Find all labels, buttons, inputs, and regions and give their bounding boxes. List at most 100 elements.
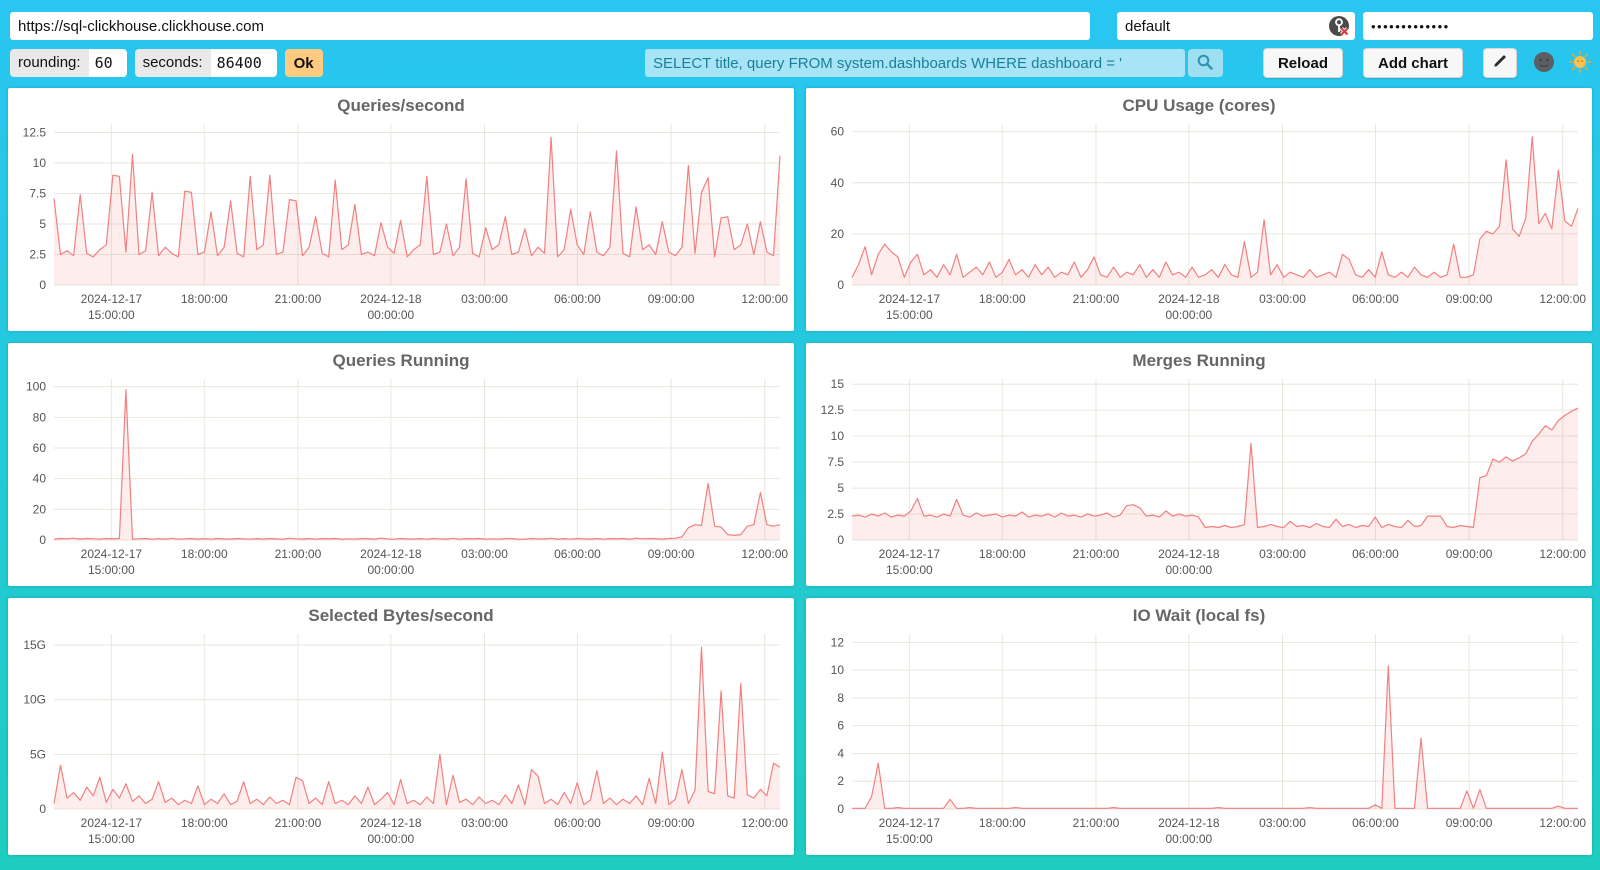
y-tick-label: 2.5	[827, 507, 844, 521]
y-tick-label: 0	[39, 533, 46, 547]
x-tick-label: 2024-12-17	[81, 547, 143, 561]
x-tick-label: 09:00:00	[1446, 547, 1493, 561]
seconds-input[interactable]	[211, 49, 277, 77]
y-tick-label: 12	[831, 635, 845, 649]
pencil-icon	[1492, 53, 1508, 73]
y-tick-label: 0	[837, 278, 844, 292]
x-tick-label: 18:00:00	[979, 547, 1026, 561]
x-tick-label: 03:00:00	[1259, 547, 1306, 561]
dark-theme-button[interactable]	[1531, 50, 1557, 76]
chart-panel: Selected Bytes/second 05G10G15G2024-12-1…	[8, 598, 794, 855]
y-tick-label: 5	[837, 481, 844, 495]
add-chart-button[interactable]: Add chart	[1363, 48, 1463, 78]
x-tick-label: 2024-12-17	[879, 816, 941, 830]
x-tick-label: 06:00:00	[554, 816, 601, 830]
x-tick-label: 21:00:00	[1073, 292, 1120, 306]
user-field-wrap	[1117, 12, 1355, 40]
y-tick-label: 2.5	[29, 248, 46, 262]
x-tick-label: 2024-12-17	[879, 547, 941, 561]
x-tick-label: 12:00:00	[1539, 816, 1586, 830]
x-tick-label: 2024-12-18	[1158, 816, 1220, 830]
edit-queries-button[interactable]	[1483, 48, 1517, 78]
y-tick-label: 40	[33, 472, 47, 486]
password-input[interactable]	[1363, 12, 1593, 40]
x-tick-label-line2: 00:00:00	[1166, 832, 1213, 846]
x-tick-label: 06:00:00	[1352, 292, 1399, 306]
x-tick-label: 21:00:00	[1073, 547, 1120, 561]
search-button[interactable]	[1188, 49, 1223, 77]
chart-title: Selected Bytes/second	[8, 606, 794, 626]
x-tick-label: 2024-12-17	[81, 292, 143, 306]
x-tick-label: 03:00:00	[461, 816, 508, 830]
x-tick-label: 2024-12-18	[360, 292, 422, 306]
chart-plot-area[interactable]: 0246810122024-12-1715:00:0018:00:0021:00…	[852, 634, 1578, 809]
x-tick-label: 2024-12-18	[360, 547, 422, 561]
y-tick-label: 10G	[23, 693, 46, 707]
x-tick-label: 09:00:00	[1446, 292, 1493, 306]
light-theme-button[interactable]	[1567, 50, 1593, 76]
x-tick-label-line2: 00:00:00	[1166, 308, 1213, 322]
chart-plot-area[interactable]: 05G10G15G2024-12-1715:00:0018:00:0021:00…	[54, 634, 780, 809]
chart-panel: Queries Running 0204060801002024-12-1715…	[8, 343, 794, 586]
x-tick-label: 21:00:00	[1073, 816, 1120, 830]
reload-button[interactable]: Reload	[1263, 48, 1343, 78]
x-tick-label: 09:00:00	[648, 547, 695, 561]
moon-icon	[1533, 51, 1555, 76]
y-tick-label: 10	[831, 429, 845, 443]
y-tick-label: 2	[837, 774, 844, 788]
chart-plot-area[interactable]: 0204060801002024-12-1715:00:0018:00:0021…	[54, 379, 780, 540]
y-tick-label: 7.5	[827, 455, 844, 469]
y-tick-label: 0	[837, 533, 844, 547]
magnifier-icon	[1196, 53, 1214, 74]
y-tick-label: 7.5	[29, 187, 46, 201]
chart-plot-area[interactable]: 02.557.51012.52024-12-1715:00:0018:00:00…	[54, 124, 780, 285]
y-tick-label: 4	[837, 746, 844, 760]
x-tick-label-line2: 15:00:00	[886, 563, 933, 577]
x-tick-label: 12:00:00	[741, 547, 788, 561]
chart-plot-area[interactable]: 02040602024-12-1715:00:0018:00:0021:00:0…	[852, 124, 1578, 285]
chart-title: Queries Running	[8, 351, 794, 371]
dashboard-query-input[interactable]	[645, 49, 1185, 77]
y-tick-label: 80	[33, 410, 47, 424]
connection-bar	[0, 0, 1600, 40]
rounding-label: rounding:	[10, 49, 89, 77]
x-tick-label: 03:00:00	[1259, 816, 1306, 830]
chart-panel: Merges Running 02.557.51012.5152024-12-1…	[806, 343, 1592, 586]
charts-grid: Queries/second 02.557.51012.52024-12-171…	[8, 88, 1592, 855]
user-input[interactable]	[1117, 12, 1355, 40]
x-tick-label-line2: 00:00:00	[368, 563, 415, 577]
x-tick-label-line2: 15:00:00	[88, 308, 135, 322]
x-tick-label: 12:00:00	[1539, 547, 1586, 561]
x-tick-label: 06:00:00	[1352, 547, 1399, 561]
x-tick-label: 09:00:00	[648, 816, 695, 830]
param-seconds: seconds:	[135, 49, 277, 77]
ok-button[interactable]: Ok	[285, 49, 323, 77]
x-tick-label: 2024-12-17	[879, 292, 941, 306]
rounding-input[interactable]	[89, 49, 127, 77]
y-tick-label: 10	[831, 663, 845, 677]
x-tick-label-line2: 15:00:00	[88, 832, 135, 846]
x-tick-label: 06:00:00	[554, 292, 601, 306]
x-tick-label: 03:00:00	[1259, 292, 1306, 306]
chart-plot-area[interactable]: 02.557.51012.5152024-12-1715:00:0018:00:…	[852, 379, 1578, 540]
x-tick-label: 21:00:00	[275, 292, 322, 306]
seconds-label: seconds:	[135, 49, 211, 77]
chart-title: CPU Usage (cores)	[806, 96, 1592, 116]
x-tick-label: 12:00:00	[741, 816, 788, 830]
y-tick-label: 60	[33, 441, 47, 455]
y-tick-label: 12.5	[23, 126, 47, 140]
x-tick-label: 18:00:00	[979, 292, 1026, 306]
y-tick-label: 15G	[23, 638, 46, 652]
chart-panel: CPU Usage (cores) 02040602024-12-1715:00…	[806, 88, 1592, 331]
y-tick-label: 0	[39, 278, 46, 292]
x-tick-label: 21:00:00	[275, 547, 322, 561]
chart-title: Merges Running	[806, 351, 1592, 371]
y-tick-label: 20	[33, 502, 47, 516]
server-url-input[interactable]	[10, 12, 1090, 40]
x-tick-label: 03:00:00	[461, 292, 508, 306]
y-tick-label: 5G	[30, 747, 46, 761]
search-area	[645, 49, 1223, 77]
x-tick-label: 06:00:00	[1352, 816, 1399, 830]
x-tick-label: 2024-12-18	[1158, 547, 1220, 561]
x-tick-label: 12:00:00	[741, 292, 788, 306]
